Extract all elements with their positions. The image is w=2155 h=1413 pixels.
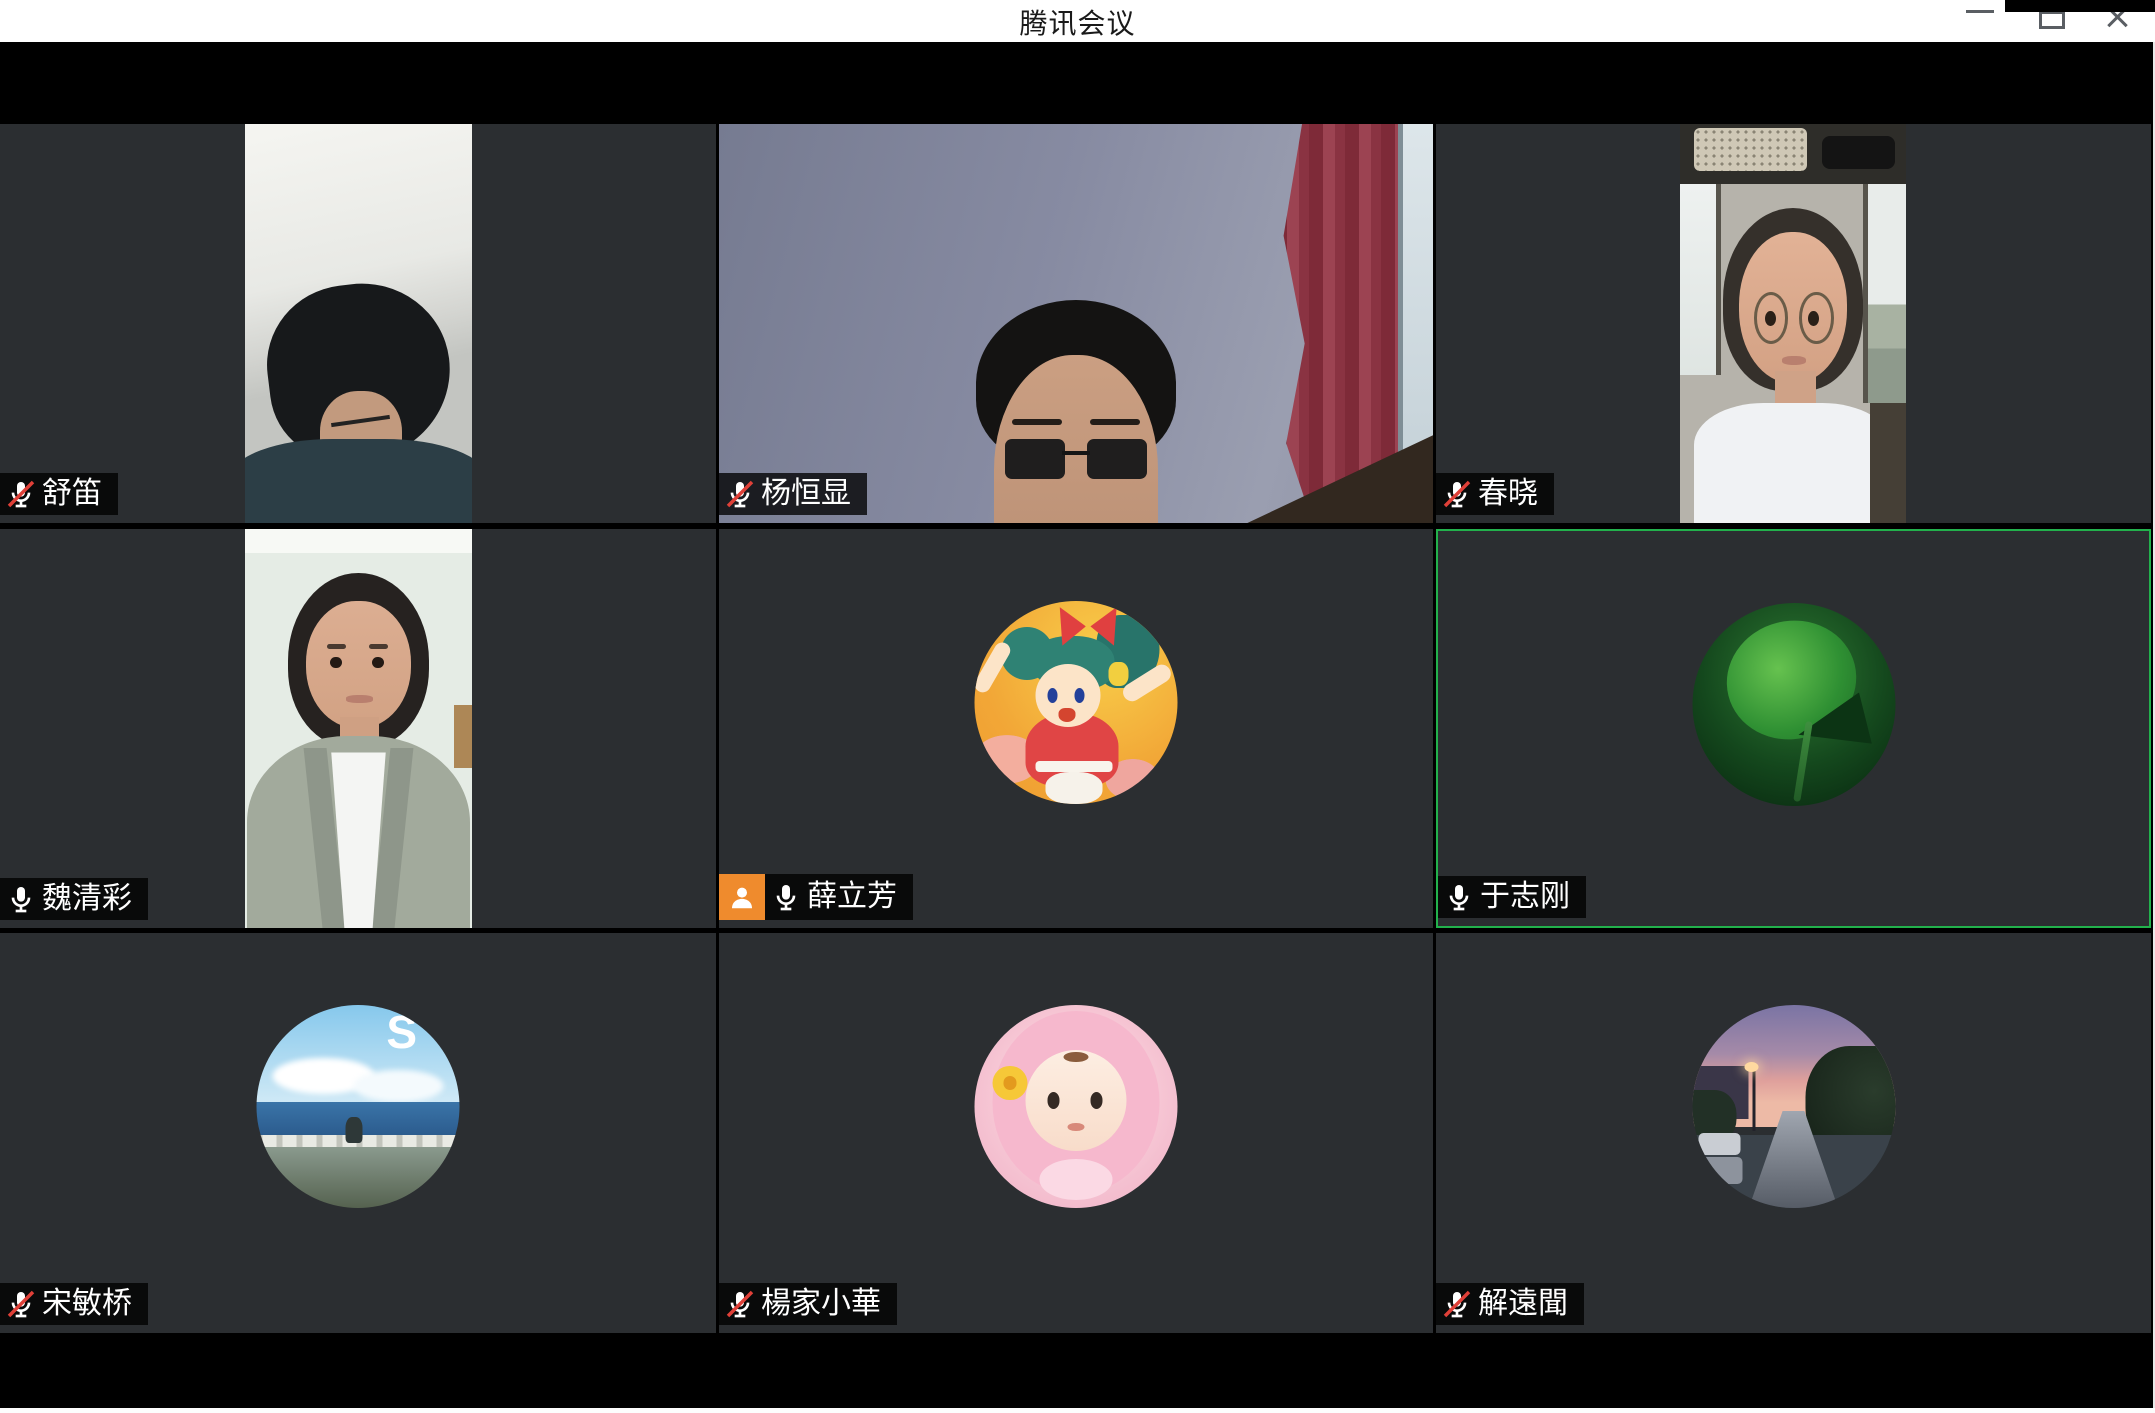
participant-tile[interactable]: 薛立芳 (719, 529, 1433, 928)
avatar (975, 601, 1178, 804)
mic-on-icon (770, 881, 802, 913)
mic-muted-icon (1441, 1288, 1473, 1320)
host-badge-icon (719, 874, 765, 920)
participant-tile[interactable]: 春晓 (1436, 124, 2151, 523)
name-label-row: 薛立芳 (719, 874, 913, 920)
avatar-watermark: S (386, 1005, 417, 1059)
participant-tile[interactable]: S 宋敏桥 (0, 933, 716, 1333)
video-feed (245, 529, 472, 928)
minimize-icon (1966, 10, 1994, 13)
participant-tile[interactable]: 杨恒显 (719, 124, 1433, 523)
titlebar-shade (2005, 0, 2155, 12)
participant-tile[interactable]: 舒笛 (0, 124, 716, 523)
participant-name: 舒笛 (42, 477, 102, 511)
meeting-window: 腾讯会议 舒笛 (0, 0, 2155, 1413)
mic-muted-icon (1441, 478, 1473, 510)
mic-muted-icon (724, 478, 756, 510)
participant-tile[interactable]: 魏清彩 (0, 529, 716, 928)
mic-muted-icon (5, 1288, 37, 1320)
name-label: 楊家小華 (719, 1283, 897, 1325)
participant-tile-active-speaker[interactable]: 于志刚 (1436, 529, 2151, 928)
mic-muted-icon (724, 1288, 756, 1320)
name-label: 宋敏桥 (0, 1283, 148, 1325)
name-label: 解遠聞 (1436, 1283, 1584, 1325)
avatar (1692, 1005, 1895, 1208)
participant-name: 宋敏桥 (42, 1287, 132, 1321)
participant-tile[interactable]: 楊家小華 (719, 933, 1433, 1333)
name-label: 魏清彩 (0, 878, 148, 920)
participant-name: 杨恒显 (761, 477, 851, 511)
name-label: 舒笛 (0, 473, 118, 515)
participant-name: 薛立芳 (807, 880, 897, 914)
avatar (975, 1005, 1178, 1208)
name-label: 于志刚 (1438, 876, 1586, 918)
video-feed (719, 124, 1433, 523)
minimize-button[interactable] (1958, 0, 2002, 42)
video-feed (1680, 124, 1906, 523)
participant-name: 魏清彩 (42, 882, 132, 916)
name-label: 杨恒显 (719, 473, 867, 515)
mic-on-icon (5, 883, 37, 915)
name-label-row: 解遠聞 (1436, 1283, 1584, 1325)
mic-muted-icon (5, 478, 37, 510)
window-edge (0, 1408, 2155, 1413)
avatar: S (257, 1005, 460, 1208)
name-label: 春晓 (1436, 473, 1554, 515)
person-icon (727, 882, 757, 912)
window-title: 腾讯会议 (0, 2, 2155, 42)
titlebar: 腾讯会议 (0, 0, 2155, 42)
participant-name: 解遠聞 (1478, 1287, 1568, 1321)
name-label: 薛立芳 (765, 874, 913, 920)
participant-name: 春晓 (1478, 477, 1538, 511)
participant-name: 于志刚 (1480, 880, 1570, 914)
meeting-grid: 舒笛 (0, 42, 2153, 1408)
avatar (1692, 603, 1895, 806)
name-label-row: 宋敏桥 (0, 1283, 148, 1325)
name-label-row: 杨恒显 (719, 473, 867, 515)
name-label-row: 楊家小華 (719, 1283, 897, 1325)
video-feed (245, 124, 472, 523)
name-label-row: 魏清彩 (0, 878, 148, 920)
name-label-row: 舒笛 (0, 473, 118, 515)
participant-name: 楊家小華 (761, 1287, 881, 1321)
name-label-row: 于志刚 (1438, 876, 1586, 918)
name-label-row: 春晓 (1436, 473, 1554, 515)
participant-tile[interactable]: 解遠聞 (1436, 933, 2151, 1333)
mic-on-icon (1443, 881, 1475, 913)
maximize-icon (2039, 11, 2065, 29)
